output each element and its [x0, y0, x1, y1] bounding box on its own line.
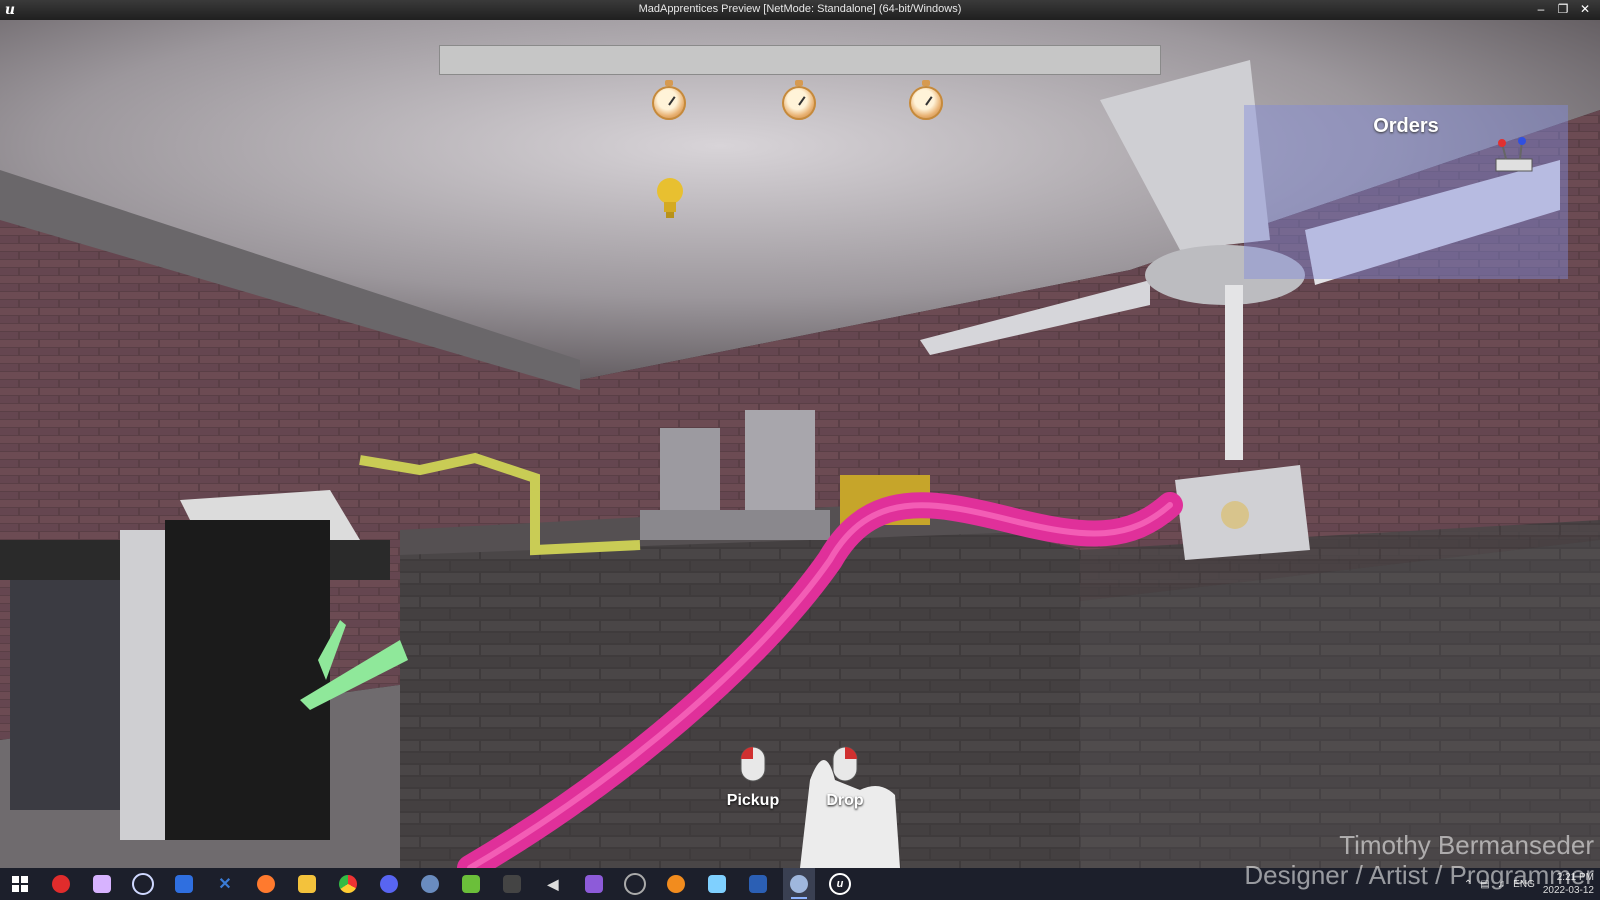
credit-name: Timothy Bermanseder — [1339, 830, 1594, 860]
epic-games-icon — [503, 875, 521, 893]
minimize-button[interactable]: – — [1530, 0, 1552, 18]
stopwatch-icon — [652, 80, 686, 120]
maximize-button[interactable]: ❐ — [1552, 0, 1574, 18]
pickup-label: Pickup — [726, 792, 780, 809]
taskbar-blender[interactable] — [660, 868, 692, 900]
cloud-app-icon — [93, 875, 111, 893]
taskbar-app-doc[interactable] — [701, 868, 733, 900]
mouse-right-click-icon — [832, 746, 858, 782]
taskbar-bitwarden[interactable] — [168, 868, 200, 900]
stopwatch-icon — [909, 80, 943, 120]
firefox-icon — [257, 875, 275, 893]
stopwatch-icon — [782, 80, 816, 120]
mouse-left-click-icon — [740, 746, 766, 782]
blender-icon — [667, 875, 685, 893]
lightbulb-icon — [657, 178, 683, 218]
taskbar-chrome[interactable] — [332, 868, 364, 900]
taskbar-app-lock[interactable] — [127, 868, 159, 900]
window-titlebar[interactable]: u MadApprentices Preview [NetMode: Stand… — [0, 0, 1600, 20]
lock-app-icon — [132, 873, 154, 895]
arrow-app-icon: ◀ — [547, 875, 559, 892]
drop-label: Drop — [826, 792, 864, 809]
taskbar-notepad-plus[interactable] — [455, 868, 487, 900]
app-red-icon — [52, 875, 70, 893]
notepad-plus-icon — [462, 875, 480, 893]
taskbar-word[interactable] — [742, 868, 774, 900]
taskbar-app-red[interactable] — [45, 868, 77, 900]
orders-panel: Orders — [1244, 105, 1568, 279]
folder-icon — [298, 875, 316, 893]
steam-active-icon — [790, 875, 808, 893]
pickup-hint: Pickup — [718, 744, 788, 810]
taskbar-app-circle[interactable] — [619, 868, 651, 900]
taskbar-steam-active[interactable] — [783, 868, 815, 900]
blue-x-app-icon: ✕ — [218, 876, 232, 893]
taskbar-firefox[interactable] — [250, 868, 282, 900]
window-title: MadApprentices Preview [NetMode: Standal… — [638, 3, 962, 15]
unreal-logo-icon: u — [4, 2, 16, 18]
drop-hint: Drop — [810, 744, 880, 810]
order-progress-bar — [439, 45, 1161, 75]
taskbar-app-cloud[interactable] — [86, 868, 118, 900]
word-icon — [749, 875, 767, 893]
document-app-icon — [708, 875, 726, 893]
taskbar-discord[interactable] — [373, 868, 405, 900]
start-button[interactable] — [4, 868, 36, 900]
control-box-icon — [1495, 137, 1533, 172]
close-button[interactable]: ✕ — [1574, 0, 1596, 18]
window-controls: – ❐ ✕ — [1530, 0, 1596, 18]
chrome-icon — [339, 875, 357, 893]
steam-icon — [421, 875, 439, 893]
visual-studio-icon — [585, 875, 603, 893]
credit-role: Designer / Artist / Programmer — [1244, 860, 1594, 890]
unreal-engine-icon: u — [829, 873, 851, 895]
windows-logo-icon — [12, 876, 28, 892]
taskbar-app-blue-x[interactable]: ✕ — [209, 868, 241, 900]
taskbar-file-explorer[interactable] — [291, 868, 323, 900]
bitwarden-icon — [175, 875, 193, 893]
taskbar-unreal[interactable]: u — [824, 868, 856, 900]
taskbar-steam[interactable] — [414, 868, 446, 900]
taskbar-app-arrow[interactable]: ◀ — [537, 868, 569, 900]
taskbar-visual-studio[interactable] — [578, 868, 610, 900]
circle-app-icon — [624, 873, 646, 895]
discord-icon — [380, 875, 398, 893]
taskbar-epic-games[interactable] — [496, 868, 528, 900]
